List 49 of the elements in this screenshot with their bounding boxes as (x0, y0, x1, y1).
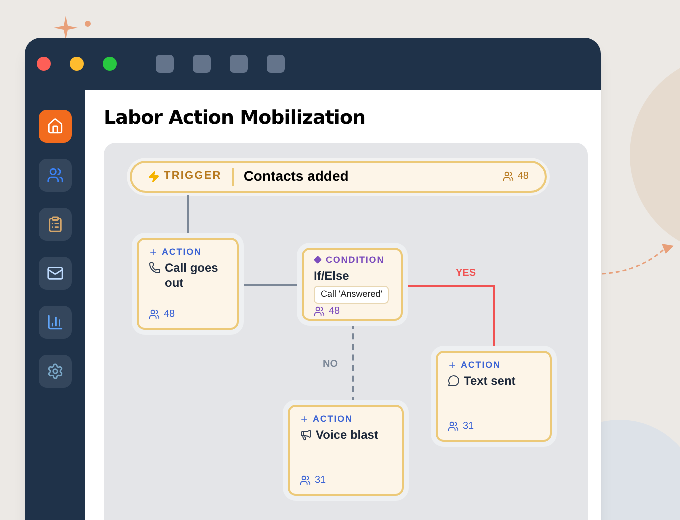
plus-icon (149, 248, 158, 257)
sidebar-item[interactable] (38, 110, 72, 143)
close-button[interactable] (37, 57, 51, 71)
chart-icon (46, 314, 64, 331)
contact-count: 31 (463, 420, 474, 434)
contact-count: 48 (329, 304, 340, 318)
toolbar-button[interactable] (193, 55, 211, 73)
page-title: Labor Action Mobilization (104, 106, 367, 131)
toolbar-button[interactable] (230, 55, 248, 73)
plus-icon (300, 414, 309, 424)
megaphone-icon (300, 429, 312, 441)
toolbar-button[interactable] (156, 55, 174, 73)
branch-label: YES (456, 266, 476, 280)
people-icon (300, 474, 311, 486)
sidebar-item[interactable] (38, 208, 72, 241)
diamond-icon (314, 256, 322, 264)
node-title: Voice blast (316, 428, 378, 443)
connector-line (241, 284, 300, 286)
clipboard-icon (46, 216, 64, 233)
branch-label: NO (323, 358, 338, 372)
phone-icon (149, 262, 161, 274)
node-title: Contacts added (244, 167, 349, 186)
node-title: Text sent (464, 374, 516, 389)
people-icon (314, 306, 325, 316)
settings-icon (46, 363, 64, 380)
people-icon (502, 171, 514, 182)
contact-count: 31 (315, 474, 326, 488)
node-type: ACTION (461, 358, 501, 372)
home-icon (46, 118, 64, 135)
node-title: If/Else (314, 269, 350, 284)
node-type: ACTION (313, 412, 353, 426)
minimize-button[interactable] (70, 57, 84, 71)
contact-count: 48 (164, 308, 176, 322)
node-type: ACTION (162, 246, 202, 258)
speech-bubble-icon (448, 375, 460, 387)
sidebar-item[interactable] (38, 257, 72, 290)
people-icon (149, 308, 160, 320)
contact-count: 48 (518, 170, 529, 184)
node-type: CONDITION (326, 254, 385, 266)
node-title: Call goes out (165, 261, 220, 291)
toolbar-button[interactable] (267, 55, 285, 73)
mail-icon (46, 265, 64, 282)
lightning-icon (148, 170, 160, 182)
node-type: TRIGGER (164, 169, 222, 184)
people-icon (448, 420, 459, 432)
connector-line (187, 194, 189, 236)
plus-icon (448, 360, 457, 370)
maximize-button[interactable] (103, 57, 117, 71)
people-icon (46, 167, 64, 184)
